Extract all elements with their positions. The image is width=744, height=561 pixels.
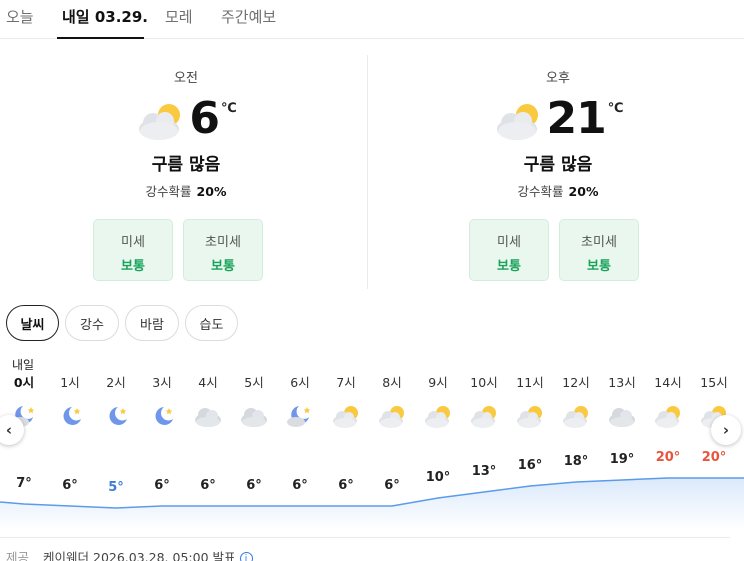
partly-cloudy-icon xyxy=(645,403,691,431)
hour-label: 14시 xyxy=(654,375,682,390)
dust-value: 보통 xyxy=(121,259,145,274)
partly-cloudy-icon xyxy=(369,403,415,431)
cloud-icon xyxy=(599,403,645,431)
dust-value: 보통 xyxy=(587,259,611,274)
active-tab-indicator xyxy=(57,37,144,39)
temp-row: 21 ℃ xyxy=(372,95,744,145)
chip-weather[interactable]: 날씨 xyxy=(6,305,59,341)
hour-label: 12시 xyxy=(562,375,590,390)
condition-text: 구름 많음 xyxy=(523,155,593,175)
chip-wind[interactable]: 바람 xyxy=(125,305,179,341)
dust-value: 보통 xyxy=(211,259,235,274)
dust-label: 초미세 xyxy=(205,235,241,250)
hour-label: 7시 xyxy=(336,375,356,390)
hour-label: 15시 xyxy=(700,375,728,390)
period-label: 오후 xyxy=(546,71,570,86)
rain-value: 20% xyxy=(196,184,227,199)
temperature-graph xyxy=(0,477,744,530)
tab-day-after[interactable]: 모레 xyxy=(165,6,193,27)
tab-weekly[interactable]: 주간예보 xyxy=(221,6,276,27)
moon-icon xyxy=(139,403,185,431)
hour-label: 10시 xyxy=(470,375,498,390)
rain-label: 강수확률 xyxy=(517,184,564,199)
hourly-day-label: 내일 xyxy=(12,358,35,372)
rain-value: 20% xyxy=(568,184,599,199)
provider-label: 제공 xyxy=(6,550,30,561)
tab-today[interactable]: 오늘 xyxy=(6,6,34,27)
moon-cloud-icon xyxy=(277,403,323,431)
hour-label: 3시 xyxy=(152,375,172,390)
hour-label: 8시 xyxy=(382,375,402,390)
footer-divider xyxy=(0,537,730,538)
footer: 제공 케이웨더 2026.03.28. 05:00 발표 i xyxy=(6,547,253,561)
scroll-right-button[interactable]: › xyxy=(711,415,741,445)
temperature-area xyxy=(0,478,744,530)
cloud-icon xyxy=(185,403,231,431)
date-tabs: 오늘 내일 03.29. 모레 주간예보 xyxy=(0,0,744,39)
partly-cloudy-icon xyxy=(507,403,553,431)
hour-label: 11시 xyxy=(516,375,544,390)
rain-probability: 강수확률 20% xyxy=(372,181,744,200)
tab-tomorrow[interactable]: 내일 03.29. xyxy=(62,6,148,27)
dust-label: 미세 xyxy=(497,235,521,250)
moon-icon xyxy=(47,403,93,431)
partly-cloudy-icon xyxy=(496,104,538,140)
partly-cloudy-icon xyxy=(553,403,599,431)
ultrafine-dust-box[interactable]: 초미세 보통 xyxy=(559,219,639,281)
hour-label: 2시 xyxy=(106,375,126,390)
hour-label: 4시 xyxy=(198,375,218,390)
rain-probability: 강수확률 20% xyxy=(0,181,372,200)
moon-icon xyxy=(93,403,139,431)
partly-cloudy-icon xyxy=(323,403,369,431)
temp-unit: ℃ xyxy=(220,101,237,116)
condition-text: 구름 많음 xyxy=(151,155,221,175)
chip-humidity[interactable]: 습도 xyxy=(185,305,238,341)
rain-label: 강수확률 xyxy=(145,184,192,199)
chevron-right-icon: › xyxy=(722,421,730,439)
hour-label: 13시 xyxy=(608,375,636,390)
partly-cloudy-icon xyxy=(461,403,507,431)
summary-pm: 오후 21 ℃ 구름 많음 강수확률 20% 미세 보통 초미세 보통 xyxy=(372,55,744,295)
dust-label: 미세 xyxy=(121,235,145,250)
hour-label: 1시 xyxy=(60,375,80,390)
am-temperature: 6 xyxy=(189,93,220,144)
partly-cloudy-icon xyxy=(139,104,181,140)
period-label: 오전 xyxy=(174,71,198,86)
chevron-left-icon: ‹ xyxy=(5,421,13,439)
dust-value: 보통 xyxy=(497,259,521,274)
info-icon[interactable]: i xyxy=(239,552,253,561)
hour-label: 6시 xyxy=(290,375,310,390)
dust-label: 초미세 xyxy=(581,235,617,250)
fine-dust-box[interactable]: 미세 보통 xyxy=(93,219,173,281)
temp-row: 6 ℃ xyxy=(0,95,372,145)
partly-cloudy-icon xyxy=(415,403,461,431)
divider xyxy=(367,55,368,289)
pm-temperature: 21 xyxy=(546,93,607,144)
hour-label: 0시 xyxy=(13,375,35,390)
temp-unit: ℃ xyxy=(607,101,624,116)
chip-precipitation[interactable]: 강수 xyxy=(65,305,119,341)
cloud-icon xyxy=(231,403,277,431)
fine-dust-box[interactable]: 미세 보통 xyxy=(469,219,549,281)
hour-label: 5시 xyxy=(244,375,264,390)
hour-label: 9시 xyxy=(428,375,448,390)
provider-text: 케이웨더 2026.03.28. 05:00 발표 xyxy=(43,550,236,561)
summary-am: 오전 6 ℃ 구름 많음 강수확률 20% 미세 보통 초미세 보통 xyxy=(0,55,372,295)
ultrafine-dust-box[interactable]: 초미세 보통 xyxy=(183,219,263,281)
